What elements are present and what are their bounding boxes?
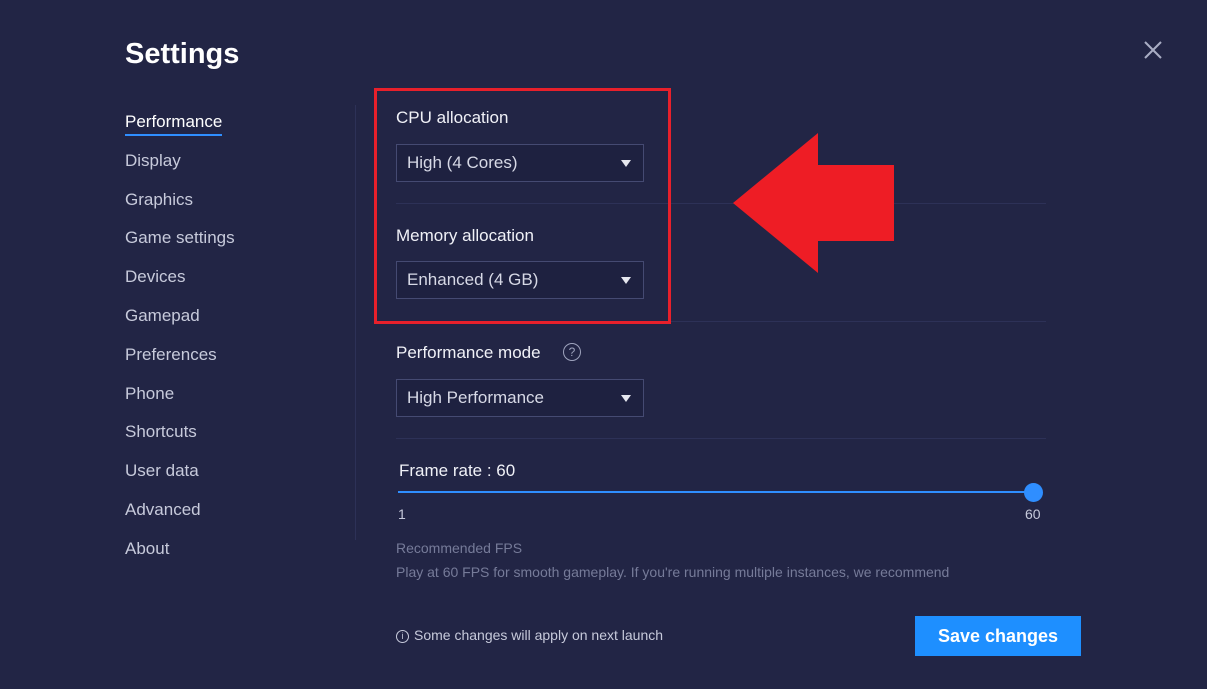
section-divider [396, 438, 1046, 439]
sidebar-item-label: Shortcuts [125, 422, 197, 442]
performance-mode-value: High Performance [407, 388, 545, 407]
recommended-fps-title: Recommended FPS [396, 540, 523, 556]
sidebar-item-devices[interactable]: Devices [125, 267, 235, 306]
sidebar-item-advanced[interactable]: Advanced [125, 500, 235, 539]
sidebar-item-label: Performance [125, 112, 223, 136]
save-changes-button[interactable]: Save changes [915, 616, 1081, 656]
launch-note: i Some changes will apply on next launch [396, 627, 663, 643]
sidebar-item-label: Devices [125, 267, 186, 287]
sidebar-item-shortcuts[interactable]: Shortcuts [125, 422, 235, 461]
frame-rate-slider-thumb[interactable] [1024, 483, 1043, 502]
sidebar-item-about[interactable]: About [125, 539, 235, 578]
sidebar-divider [355, 105, 356, 540]
sidebar-item-performance[interactable]: Performance [125, 112, 235, 151]
help-icon[interactable]: ? [563, 343, 581, 361]
page-title: Settings [125, 38, 240, 70]
sidebar-item-display[interactable]: Display [125, 151, 235, 190]
performance-mode-select[interactable]: High Performance [396, 379, 644, 417]
info-icon: i [396, 630, 409, 643]
sidebar-item-game-settings[interactable]: Game settings [125, 228, 235, 267]
sidebar-item-label: Advanced [125, 499, 201, 519]
sidebar-item-label: User data [125, 461, 199, 481]
caret-down-icon [621, 395, 631, 402]
sidebar-item-label: Graphics [125, 189, 194, 209]
sidebar-item-user-data[interactable]: User data [125, 461, 235, 500]
sidebar-item-label: Game settings [125, 228, 235, 248]
sidebar-nav: Performance Display Graphics Game settin… [125, 112, 235, 578]
sidebar-item-graphics[interactable]: Graphics [125, 190, 235, 229]
sidebar-item-label: About [125, 538, 170, 558]
sidebar-item-label: Gamepad [125, 305, 200, 325]
sidebar-item-label: Preferences [125, 344, 217, 364]
arrow-left-icon [733, 133, 894, 273]
frame-rate-slider-track[interactable] [398, 491, 1034, 493]
sidebar-item-gamepad[interactable]: Gamepad [125, 306, 235, 345]
sidebar-item-label: Display [125, 150, 181, 170]
sidebar-item-label: Phone [125, 383, 175, 403]
launch-note-text: Some changes will apply on next launch [414, 627, 664, 643]
sidebar-item-phone[interactable]: Phone [125, 384, 235, 423]
recommended-fps-text: Play at 60 FPS for smooth gameplay. If y… [396, 564, 950, 580]
frame-rate-min-label: 1 [398, 506, 406, 522]
frame-rate-max-label: 60 [1025, 506, 1041, 522]
highlight-box [374, 88, 671, 324]
sidebar-item-preferences[interactable]: Preferences [125, 345, 235, 384]
frame-rate-label: Frame rate : 60 [399, 461, 516, 480]
close-icon[interactable] [1143, 40, 1163, 60]
performance-mode-label: Performance mode [396, 343, 541, 362]
